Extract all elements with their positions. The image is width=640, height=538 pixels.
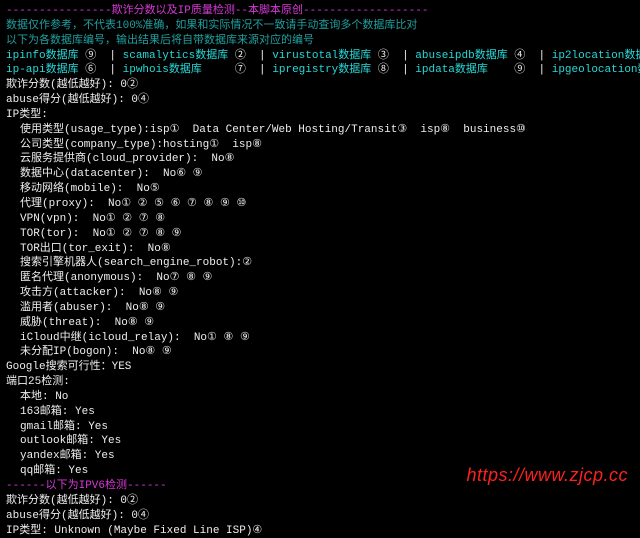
fraud-score: 欺诈分数(越低越好): 0② [6,78,634,93]
port25-outlook: outlook邮箱: Yes [6,434,634,449]
anonymous: 匿名代理(anonymous): No⑦ ⑧ ⑨ [6,271,634,286]
threat: 威胁(threat): No⑧ ⑨ [6,316,634,331]
cloud-provider: 云服务提供商(cloud_provider): No⑧ [6,152,634,167]
tor-exit: TOR出口(tor_exit): No⑧ [6,242,634,257]
vpn: VPN(vpn): No① ② ⑦ ⑧ [6,212,634,227]
warning-line: 数据仅作参考，不代表100%准确，如果和实际情况不一致请手动查询多个数据库比对 [6,19,634,34]
attacker: 攻击方(attacker): No⑧ ⑨ [6,286,634,301]
bogon: 未分配IP(bogon): No⑧ ⑨ [6,345,634,360]
company-type: 公司类型(company_type):hosting① isp⑧ [6,138,634,153]
ipv6-fraud: 欺诈分数(越低越好): 0② [6,494,634,509]
db-row-1: ipinfo数据库 ⑨ | scamalytics数据库 ② | virusto… [6,49,634,64]
port25-163: 163邮箱: Yes [6,405,634,420]
icloud-relay: iCloud中继(icloud_relay): No① ⑧ ⑨ [6,331,634,346]
db-row-2: ip-api数据库 ⑥ | ipwhois数据库 ⑦ | ipregistry数… [6,63,634,78]
mobile: 移动网络(mobile): No⑤ [6,182,634,197]
db-intro: 以下为各数据库编号，输出结果后将自带数据库来源对应的编号 [6,34,634,49]
ipv6-type: IP类型: Unknown (Maybe Fixed Line ISP)④ [6,524,634,538]
section-header: ----------------欺诈分数以及IP质量检测--本脚本原创-----… [6,4,634,19]
abuser: 滥用者(abuser): No⑧ ⑨ [6,301,634,316]
abuse-score: abuse得分(越低越好): 0④ [6,93,634,108]
search-robot: 搜索引擎机器人(search_engine_robot):② [6,256,634,271]
terminal-output: ----------------欺诈分数以及IP质量检测--本脚本原创-----… [6,4,634,538]
tor: TOR(tor): No① ② ⑦ ⑧ ⑨ [6,227,634,242]
ipv6-abuse: abuse得分(越低越好): 0④ [6,509,634,524]
port25-gmail: gmail邮箱: Yes [6,420,634,435]
watermark-url: https://www.zjcp.cc [466,463,628,487]
port25-header: 端口25检测: [6,375,634,390]
proxy: 代理(proxy): No① ② ⑤ ⑥ ⑦ ⑧ ⑨ ⑩ [6,197,634,212]
usage-type: 使用类型(usage_type):isp① Data Center/Web Ho… [6,123,634,138]
datacenter: 数据中心(datacenter): No⑥ ⑨ [6,167,634,182]
google-search: Google搜索可行性：YES [6,360,634,375]
port25-local: 本地: No [6,390,634,405]
iptype-header: IP类型: [6,108,634,123]
